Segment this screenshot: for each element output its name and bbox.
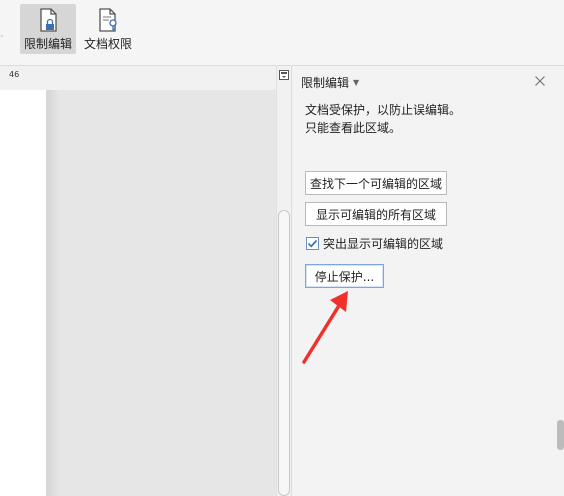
caret-down-icon: ▼ — [353, 78, 360, 87]
doc-permission-label: 文档权限 — [83, 37, 132, 51]
ruler-number: 46 — [9, 70, 20, 79]
app-window: - 限制编辑 文档权限 46 限制编辑 ▼ 文档受保护，以防止误编辑。 只能查看… — [0, 0, 564, 496]
doc-permission-button[interactable]: 文档权限 — [80, 4, 136, 54]
stop-protection-button[interactable]: 停止保护... — [305, 264, 384, 288]
page-shadow — [46, 90, 60, 496]
show-all-editable-button[interactable]: 显示可编辑的所有区域 — [305, 202, 447, 226]
pane-title: 限制编辑 — [301, 76, 350, 90]
pane-toggle-icon[interactable] — [279, 70, 289, 80]
highlight-editable-option[interactable]: 突出显示可编辑的区域 — [306, 235, 443, 252]
ribbon-toolbar: - 限制编辑 文档权限 — [0, 0, 564, 66]
document-scroll-thumb[interactable] — [278, 210, 290, 496]
restrict-edit-label: 限制编辑 — [23, 37, 72, 51]
highlight-checkbox[interactable] — [306, 237, 319, 250]
checkmark-icon — [307, 239, 318, 248]
pane-scroll-thumb[interactable] — [557, 420, 564, 450]
restrict-edit-button[interactable]: 限制编辑 — [20, 4, 76, 54]
find-next-editable-button[interactable]: 查找下一个可编辑的区域 — [305, 171, 447, 195]
document-lock-icon — [40, 8, 57, 32]
description-line-1: 文档受保护，以防止误编辑。 — [305, 103, 462, 117]
ruler — [0, 66, 276, 88]
document-page[interactable] — [0, 90, 46, 496]
protection-description: 文档受保护，以防止误编辑。 只能查看此区域。 — [305, 101, 461, 137]
highlight-label: 突出显示可编辑的区域 — [323, 237, 444, 251]
red-arrow-annotation — [302, 291, 348, 364]
document-background — [46, 90, 276, 496]
close-icon[interactable] — [533, 74, 547, 88]
ribbon-separator: - — [0, 31, 4, 42]
description-line-2: 只能查看此区域。 — [305, 121, 402, 135]
document-key-icon — [99, 8, 117, 32]
pane-title-menu[interactable]: 限制编辑 ▼ — [301, 74, 359, 91]
